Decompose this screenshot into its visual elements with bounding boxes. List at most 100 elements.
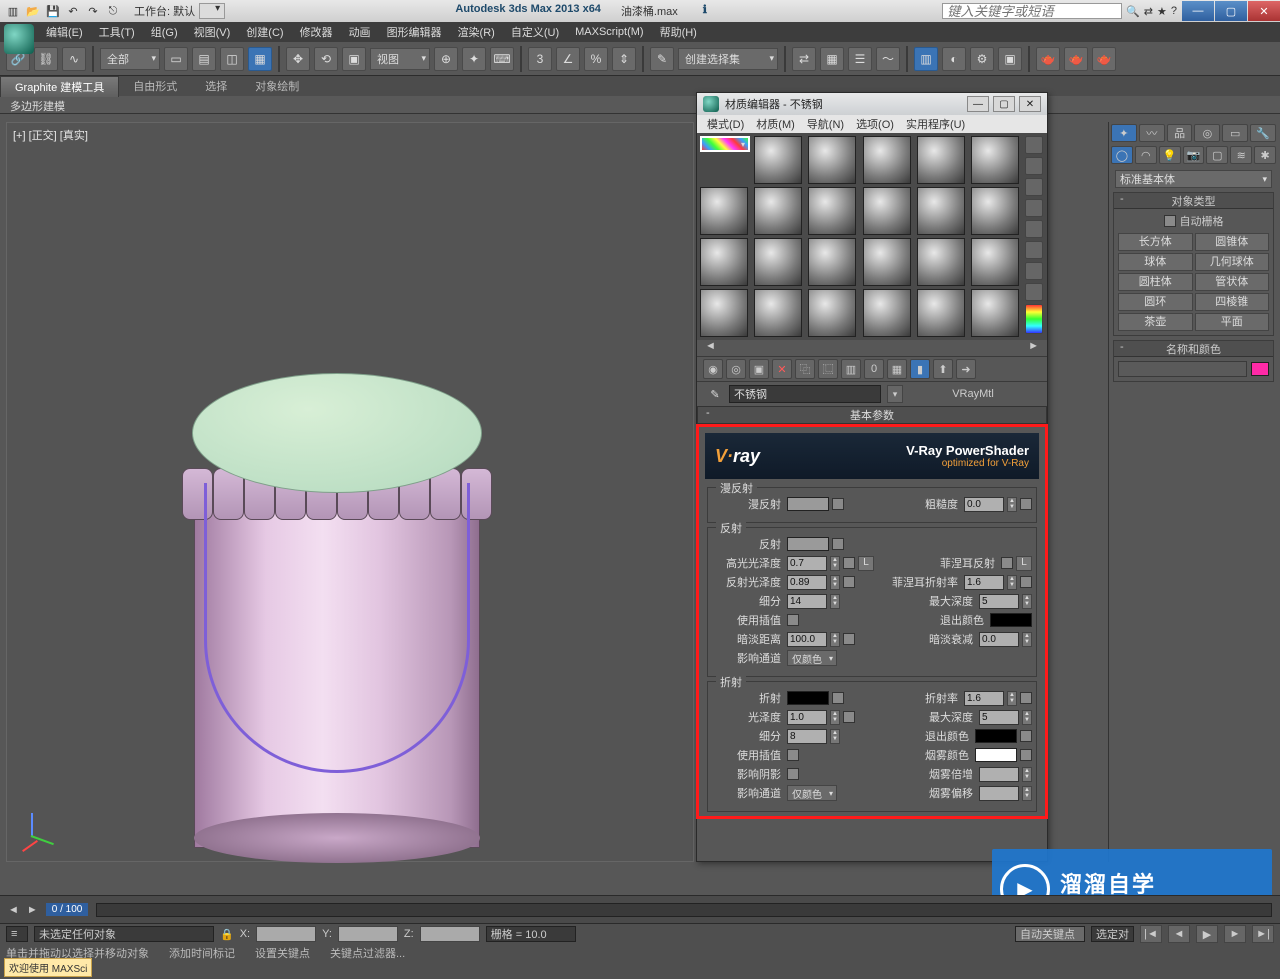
- hierarchy-panel-icon[interactable]: 品: [1167, 124, 1193, 142]
- preview-icon[interactable]: [1025, 241, 1043, 259]
- menu-graph[interactable]: 图形编辑器: [379, 24, 450, 40]
- timeline-next-icon[interactable]: ►: [27, 904, 38, 916]
- material-slot[interactable]: [700, 187, 748, 235]
- mat-id-icon[interactable]: 0: [864, 359, 884, 379]
- align-icon[interactable]: ▦: [820, 47, 844, 71]
- shapes-icon[interactable]: ◠: [1135, 146, 1157, 164]
- dimdist-spinner[interactable]: 100.0: [787, 632, 827, 647]
- workspace-dropdown[interactable]: [199, 3, 225, 19]
- new-icon[interactable]: ▥: [4, 2, 22, 20]
- fogcolor-map-slot[interactable]: [1020, 749, 1032, 761]
- open-icon[interactable]: 📂: [24, 2, 42, 20]
- object-color-swatch[interactable]: [1251, 362, 1269, 376]
- mirror-icon[interactable]: ⇄: [792, 47, 816, 71]
- material-slot[interactable]: [700, 238, 748, 286]
- dimfall-spinner[interactable]: 0.0: [979, 632, 1019, 647]
- curve-editor-icon[interactable]: ～: [876, 47, 900, 71]
- prim-box[interactable]: 长方体: [1118, 233, 1193, 251]
- prim-torus[interactable]: 圆环: [1118, 293, 1193, 311]
- timeline-track[interactable]: [96, 903, 1272, 917]
- options-icon[interactable]: [1025, 262, 1043, 280]
- geometry-icon[interactable]: ◯: [1111, 146, 1133, 164]
- tab-graphite[interactable]: Graphite 建模工具: [0, 76, 119, 97]
- assign-mat-icon[interactable]: ▣: [749, 359, 769, 379]
- material-slot[interactable]: [971, 238, 1019, 286]
- category-dropdown[interactable]: 标准基本体: [1115, 170, 1272, 188]
- lock-hl-button[interactable]: L: [858, 556, 874, 571]
- ref-coord-dropdown[interactable]: 视图: [370, 48, 430, 70]
- matmenu-nav[interactable]: 导航(N): [803, 116, 848, 132]
- rollup-object-type-title[interactable]: 对象类型: [1114, 193, 1273, 209]
- material-slot[interactable]: [754, 136, 802, 184]
- pivot-icon[interactable]: ⊕: [434, 47, 458, 71]
- motion-panel-icon[interactable]: ◎: [1194, 124, 1220, 142]
- material-slot[interactable]: [808, 289, 856, 337]
- hl-gloss-spinner[interactable]: 0.7: [787, 556, 827, 571]
- next-frame-icon[interactable]: ►: [1224, 925, 1246, 943]
- go-parent-icon[interactable]: ⬆: [933, 359, 953, 379]
- selset-dd[interactable]: 选定对: [1091, 926, 1134, 942]
- rinterp-checkbox[interactable]: [787, 749, 799, 761]
- mat-maximize-button[interactable]: ▢: [993, 96, 1015, 112]
- render-setup-icon[interactable]: ⚙: [970, 47, 994, 71]
- mat-close-button[interactable]: ✕: [1019, 96, 1041, 112]
- prim-pyramid[interactable]: 四棱锥: [1195, 293, 1270, 311]
- select-by-mat-icon[interactable]: [1025, 283, 1043, 301]
- material-slot[interactable]: [808, 187, 856, 235]
- material-slot[interactable]: [754, 187, 802, 235]
- maxdepth-spinner[interactable]: 5: [979, 594, 1019, 609]
- menu-animation[interactable]: 动画: [341, 24, 379, 40]
- make-copy-icon[interactable]: ⿻: [795, 359, 815, 379]
- exchange-icon[interactable]: ⇄: [1144, 5, 1153, 18]
- ribbon-panel-label[interactable]: 多边形建模: [0, 96, 1280, 114]
- gloss-map-slot[interactable]: [843, 711, 855, 723]
- reset-mat-icon[interactable]: ✕: [772, 359, 792, 379]
- menu-views[interactable]: 视图(V): [186, 24, 239, 40]
- select-icon[interactable]: ▭: [164, 47, 188, 71]
- reflect-color-swatch[interactable]: [787, 537, 829, 551]
- render-last-icon[interactable]: 🫖: [1092, 47, 1116, 71]
- render-frame-icon[interactable]: ▣: [998, 47, 1022, 71]
- x-field[interactable]: [256, 926, 316, 942]
- setkey-button[interactable]: 设置关键点: [255, 945, 310, 961]
- render-prod-icon[interactable]: 🫖: [1036, 47, 1060, 71]
- selection-filter-dropdown[interactable]: 全部: [100, 48, 160, 70]
- raffect-dropdown[interactable]: 仅颜色: [787, 785, 837, 801]
- select-region-icon[interactable]: ◫: [220, 47, 244, 71]
- video-check-icon[interactable]: [1025, 220, 1043, 238]
- diffuse-color-swatch[interactable]: [787, 497, 829, 511]
- play-icon[interactable]: ▶: [1196, 925, 1218, 943]
- matmenu-util[interactable]: 实用程序(U): [902, 116, 969, 132]
- search-icon[interactable]: 🔍: [1126, 5, 1140, 18]
- utilities-panel-icon[interactable]: 🔧: [1250, 124, 1276, 142]
- make-unique-icon[interactable]: ⿺: [818, 359, 838, 379]
- link-icon[interactable]: ⎋: [104, 2, 122, 20]
- fresnel-lock-button[interactable]: L: [1016, 556, 1032, 571]
- menu-custom[interactable]: 自定义(U): [503, 24, 567, 40]
- material-slot[interactable]: [808, 136, 856, 184]
- material-slot[interactable]: [808, 238, 856, 286]
- rollup-basic-params[interactable]: 基本参数: [697, 406, 1047, 424]
- prim-cylinder[interactable]: 圆柱体: [1118, 273, 1193, 291]
- fogmult-spinner[interactable]: [979, 767, 1019, 782]
- maxscript-icon[interactable]: ≡: [6, 926, 28, 942]
- named-sel-edit-icon[interactable]: ✎: [650, 47, 674, 71]
- fogbias-spinner[interactable]: [979, 786, 1019, 801]
- matmenu-options[interactable]: 选项(O): [852, 116, 898, 132]
- lights-icon[interactable]: 💡: [1159, 146, 1181, 164]
- helpers-icon[interactable]: ▢: [1206, 146, 1228, 164]
- refl-gloss-map-slot[interactable]: [843, 576, 855, 588]
- matmenu-mode[interactable]: 模式(D): [703, 116, 748, 132]
- prim-teapot[interactable]: 茶壶: [1118, 313, 1193, 331]
- material-slot[interactable]: [917, 238, 965, 286]
- material-slot[interactable]: [971, 136, 1019, 184]
- put-mat-icon[interactable]: ◎: [726, 359, 746, 379]
- rotate-icon[interactable]: ⟲: [314, 47, 338, 71]
- prim-cone[interactable]: 圆锥体: [1195, 233, 1270, 251]
- display-panel-icon[interactable]: ▭: [1222, 124, 1248, 142]
- app-logo-icon[interactable]: [4, 24, 34, 54]
- material-slot[interactable]: [754, 289, 802, 337]
- material-name-dd[interactable]: ▾: [887, 385, 903, 403]
- show-end-icon[interactable]: ▮: [910, 359, 930, 379]
- bg-icon[interactable]: [1025, 178, 1043, 196]
